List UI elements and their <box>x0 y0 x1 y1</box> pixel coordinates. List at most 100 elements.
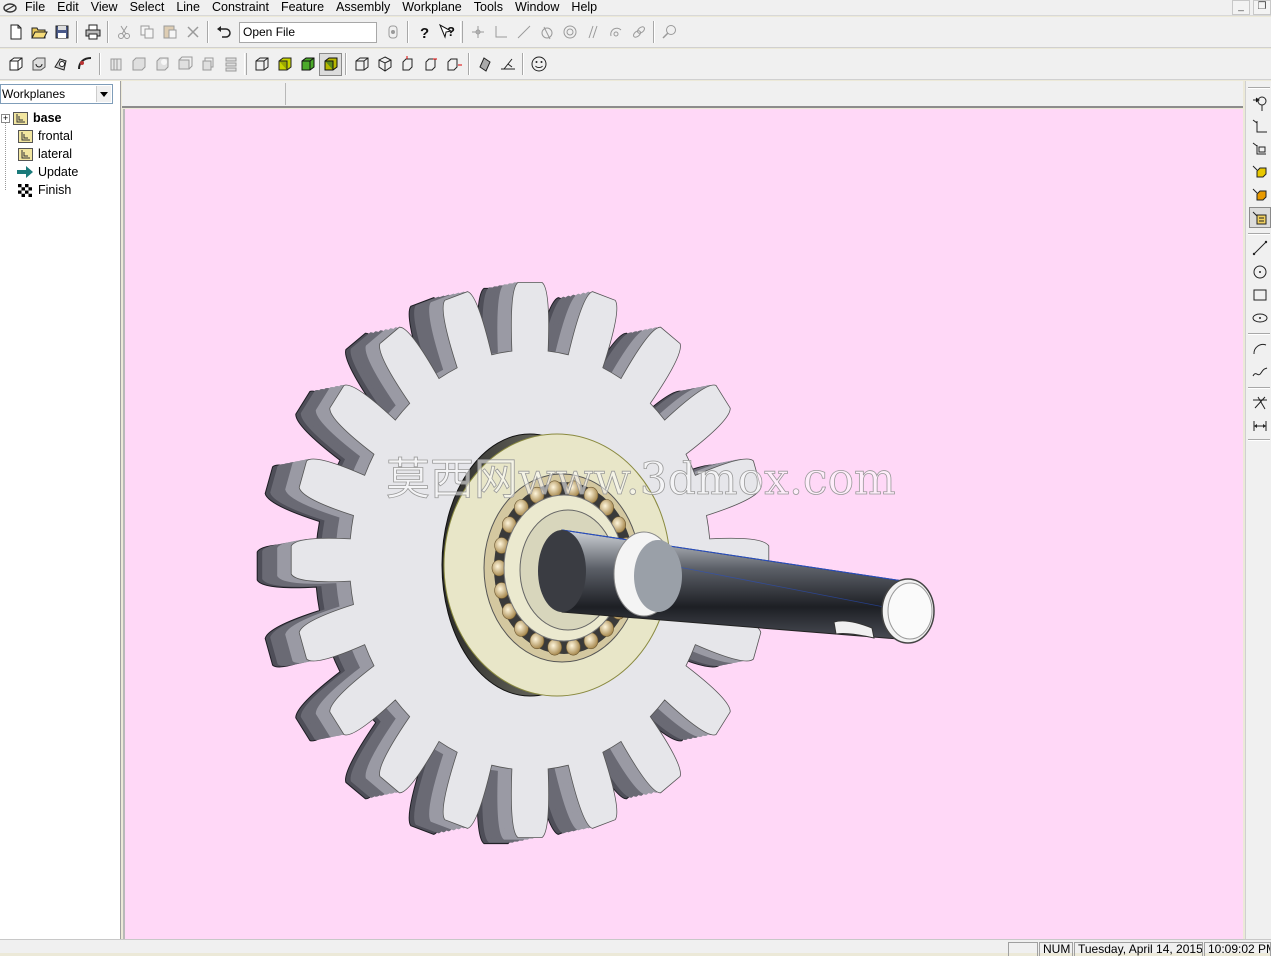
paste-icon[interactable] <box>158 21 181 44</box>
zoom-icon[interactable] <box>658 21 681 44</box>
tree-label: base <box>33 111 62 125</box>
smiley-icon[interactable] <box>527 53 550 76</box>
app-logo-icon[interactable] <box>0 1 20 15</box>
workplane-face-icon[interactable] <box>1249 161 1271 182</box>
workplane-axis-icon[interactable] <box>1249 115 1271 136</box>
toolbar-separator <box>522 53 524 75</box>
help-icon[interactable]: ? <box>412 21 435 44</box>
context-help-icon[interactable]: ? <box>435 21 458 44</box>
menu-select[interactable]: Select <box>125 0 172 16</box>
parallel-icon[interactable] <box>558 21 581 44</box>
mirror-icon[interactable] <box>196 53 219 76</box>
sweep-icon[interactable] <box>50 53 73 76</box>
menu-feature[interactable]: Feature <box>276 0 331 16</box>
pattern-icon[interactable] <box>173 53 196 76</box>
wireframe-icon[interactable] <box>250 53 273 76</box>
toolbar-separator <box>1248 439 1270 441</box>
menu-line[interactable]: Line <box>171 0 207 16</box>
rectangle-tool-icon[interactable] <box>1249 284 1271 305</box>
concentric-icon[interactable] <box>535 21 558 44</box>
3d-viewport[interactable]: 莫西网www.3dmox.com <box>123 109 1243 939</box>
right-view-icon[interactable] <box>419 53 442 76</box>
select-workplane-icon[interactable] <box>1249 92 1271 113</box>
undo-icon[interactable] <box>212 21 235 44</box>
dimension-tool-icon[interactable] <box>1249 415 1271 436</box>
dimension-icon[interactable] <box>381 21 404 44</box>
toolbar-grip[interactable] <box>460 21 463 43</box>
spline-tool-icon[interactable] <box>1249 361 1271 382</box>
workplane-active-icon[interactable] <box>1249 207 1271 228</box>
feature-tree: + base frontal lateral Update Finish <box>0 109 121 199</box>
top-view-icon[interactable] <box>396 53 419 76</box>
front-view-icon[interactable] <box>373 53 396 76</box>
delete-icon[interactable] <box>181 21 204 44</box>
menu-edit[interactable]: Edit <box>52 0 86 16</box>
shaded-edges-icon[interactable] <box>296 53 319 76</box>
arc-constraint-icon[interactable] <box>581 21 604 44</box>
restore-button[interactable]: ❐ <box>1253 0 1271 15</box>
print-icon[interactable] <box>81 21 104 44</box>
extrude-icon[interactable] <box>4 53 27 76</box>
iso-view-icon[interactable] <box>350 53 373 76</box>
shaded-icon[interactable] <box>273 53 296 76</box>
loft-icon[interactable] <box>73 53 96 76</box>
toolbar-separator <box>107 21 109 43</box>
toolbar-separator <box>1248 233 1270 235</box>
trim-tool-icon[interactable] <box>1249 392 1271 413</box>
open-file-icon[interactable] <box>27 21 50 44</box>
expand-icon[interactable]: + <box>1 113 10 123</box>
shaded-active-icon[interactable] <box>319 52 342 76</box>
gear-shaft-model[interactable]: 莫西网www.3dmox.com <box>125 109 1243 939</box>
menu-assembly[interactable]: Assembly <box>331 0 397 16</box>
copy-icon[interactable] <box>135 21 158 44</box>
tree-label: lateral <box>38 147 73 161</box>
arc-tool-icon[interactable] <box>1249 338 1271 359</box>
section-icon[interactable] <box>473 53 496 76</box>
toolbar-separator <box>653 21 655 43</box>
svg-text:?: ? <box>420 25 429 41</box>
shell-icon[interactable] <box>104 53 127 76</box>
workplane-dropdown[interactable]: Workplanes <box>0 84 113 104</box>
angle-dimension-icon[interactable] <box>466 21 489 44</box>
menu-constraint[interactable]: Constraint <box>207 0 276 16</box>
fillet-icon[interactable] <box>127 53 150 76</box>
chain-icon[interactable] <box>627 21 650 44</box>
measure-icon[interactable] <box>496 53 519 76</box>
menu-help[interactable]: Help <box>566 0 604 16</box>
menu-file[interactable]: File <box>20 0 52 16</box>
command-field[interactable] <box>239 21 377 43</box>
tree-label: Update <box>38 165 79 179</box>
circle-tool-icon[interactable] <box>1249 261 1271 282</box>
tree-item-base[interactable]: + base <box>0 109 121 127</box>
side-view-icon[interactable] <box>442 53 465 76</box>
feature-toolbar <box>0 49 1271 80</box>
line-tool-icon[interactable] <box>1249 237 1271 258</box>
status-bar: NUM Tuesday, April 14, 2015 10:09:02 PM <box>0 939 1271 956</box>
tree-item-lateral[interactable]: lateral <box>0 145 121 163</box>
workplane-offset-icon[interactable] <box>1249 138 1271 159</box>
cut-icon[interactable] <box>112 21 135 44</box>
save-icon[interactable] <box>50 21 73 44</box>
menu-view[interactable]: View <box>86 0 125 16</box>
toolbar-separator <box>1248 87 1270 89</box>
menu-tools[interactable]: Tools <box>469 0 510 16</box>
new-file-icon[interactable] <box>4 21 27 44</box>
chevron-down-icon[interactable] <box>96 86 111 102</box>
minimize-button[interactable]: _ <box>1232 0 1250 15</box>
toolbar-grip[interactable] <box>244 53 247 75</box>
line-constraint-icon[interactable] <box>489 21 512 44</box>
menu-window[interactable]: Window <box>510 0 566 16</box>
chamfer-icon[interactable] <box>150 53 173 76</box>
workplane-icon <box>17 129 33 143</box>
workplane-solid-icon[interactable] <box>1249 184 1271 205</box>
tree-item-finish[interactable]: Finish <box>0 181 121 199</box>
tree-item-update[interactable]: Update <box>0 163 121 181</box>
draft-icon[interactable] <box>219 53 242 76</box>
menu-workplane[interactable]: Workplane <box>397 0 469 16</box>
tree-label: frontal <box>38 129 73 143</box>
tangent-icon[interactable] <box>512 21 535 44</box>
ellipse-tool-icon[interactable] <box>1249 307 1271 328</box>
revolve-icon[interactable] <box>27 53 50 76</box>
fix-icon[interactable] <box>604 21 627 44</box>
tree-item-frontal[interactable]: frontal <box>0 127 121 145</box>
